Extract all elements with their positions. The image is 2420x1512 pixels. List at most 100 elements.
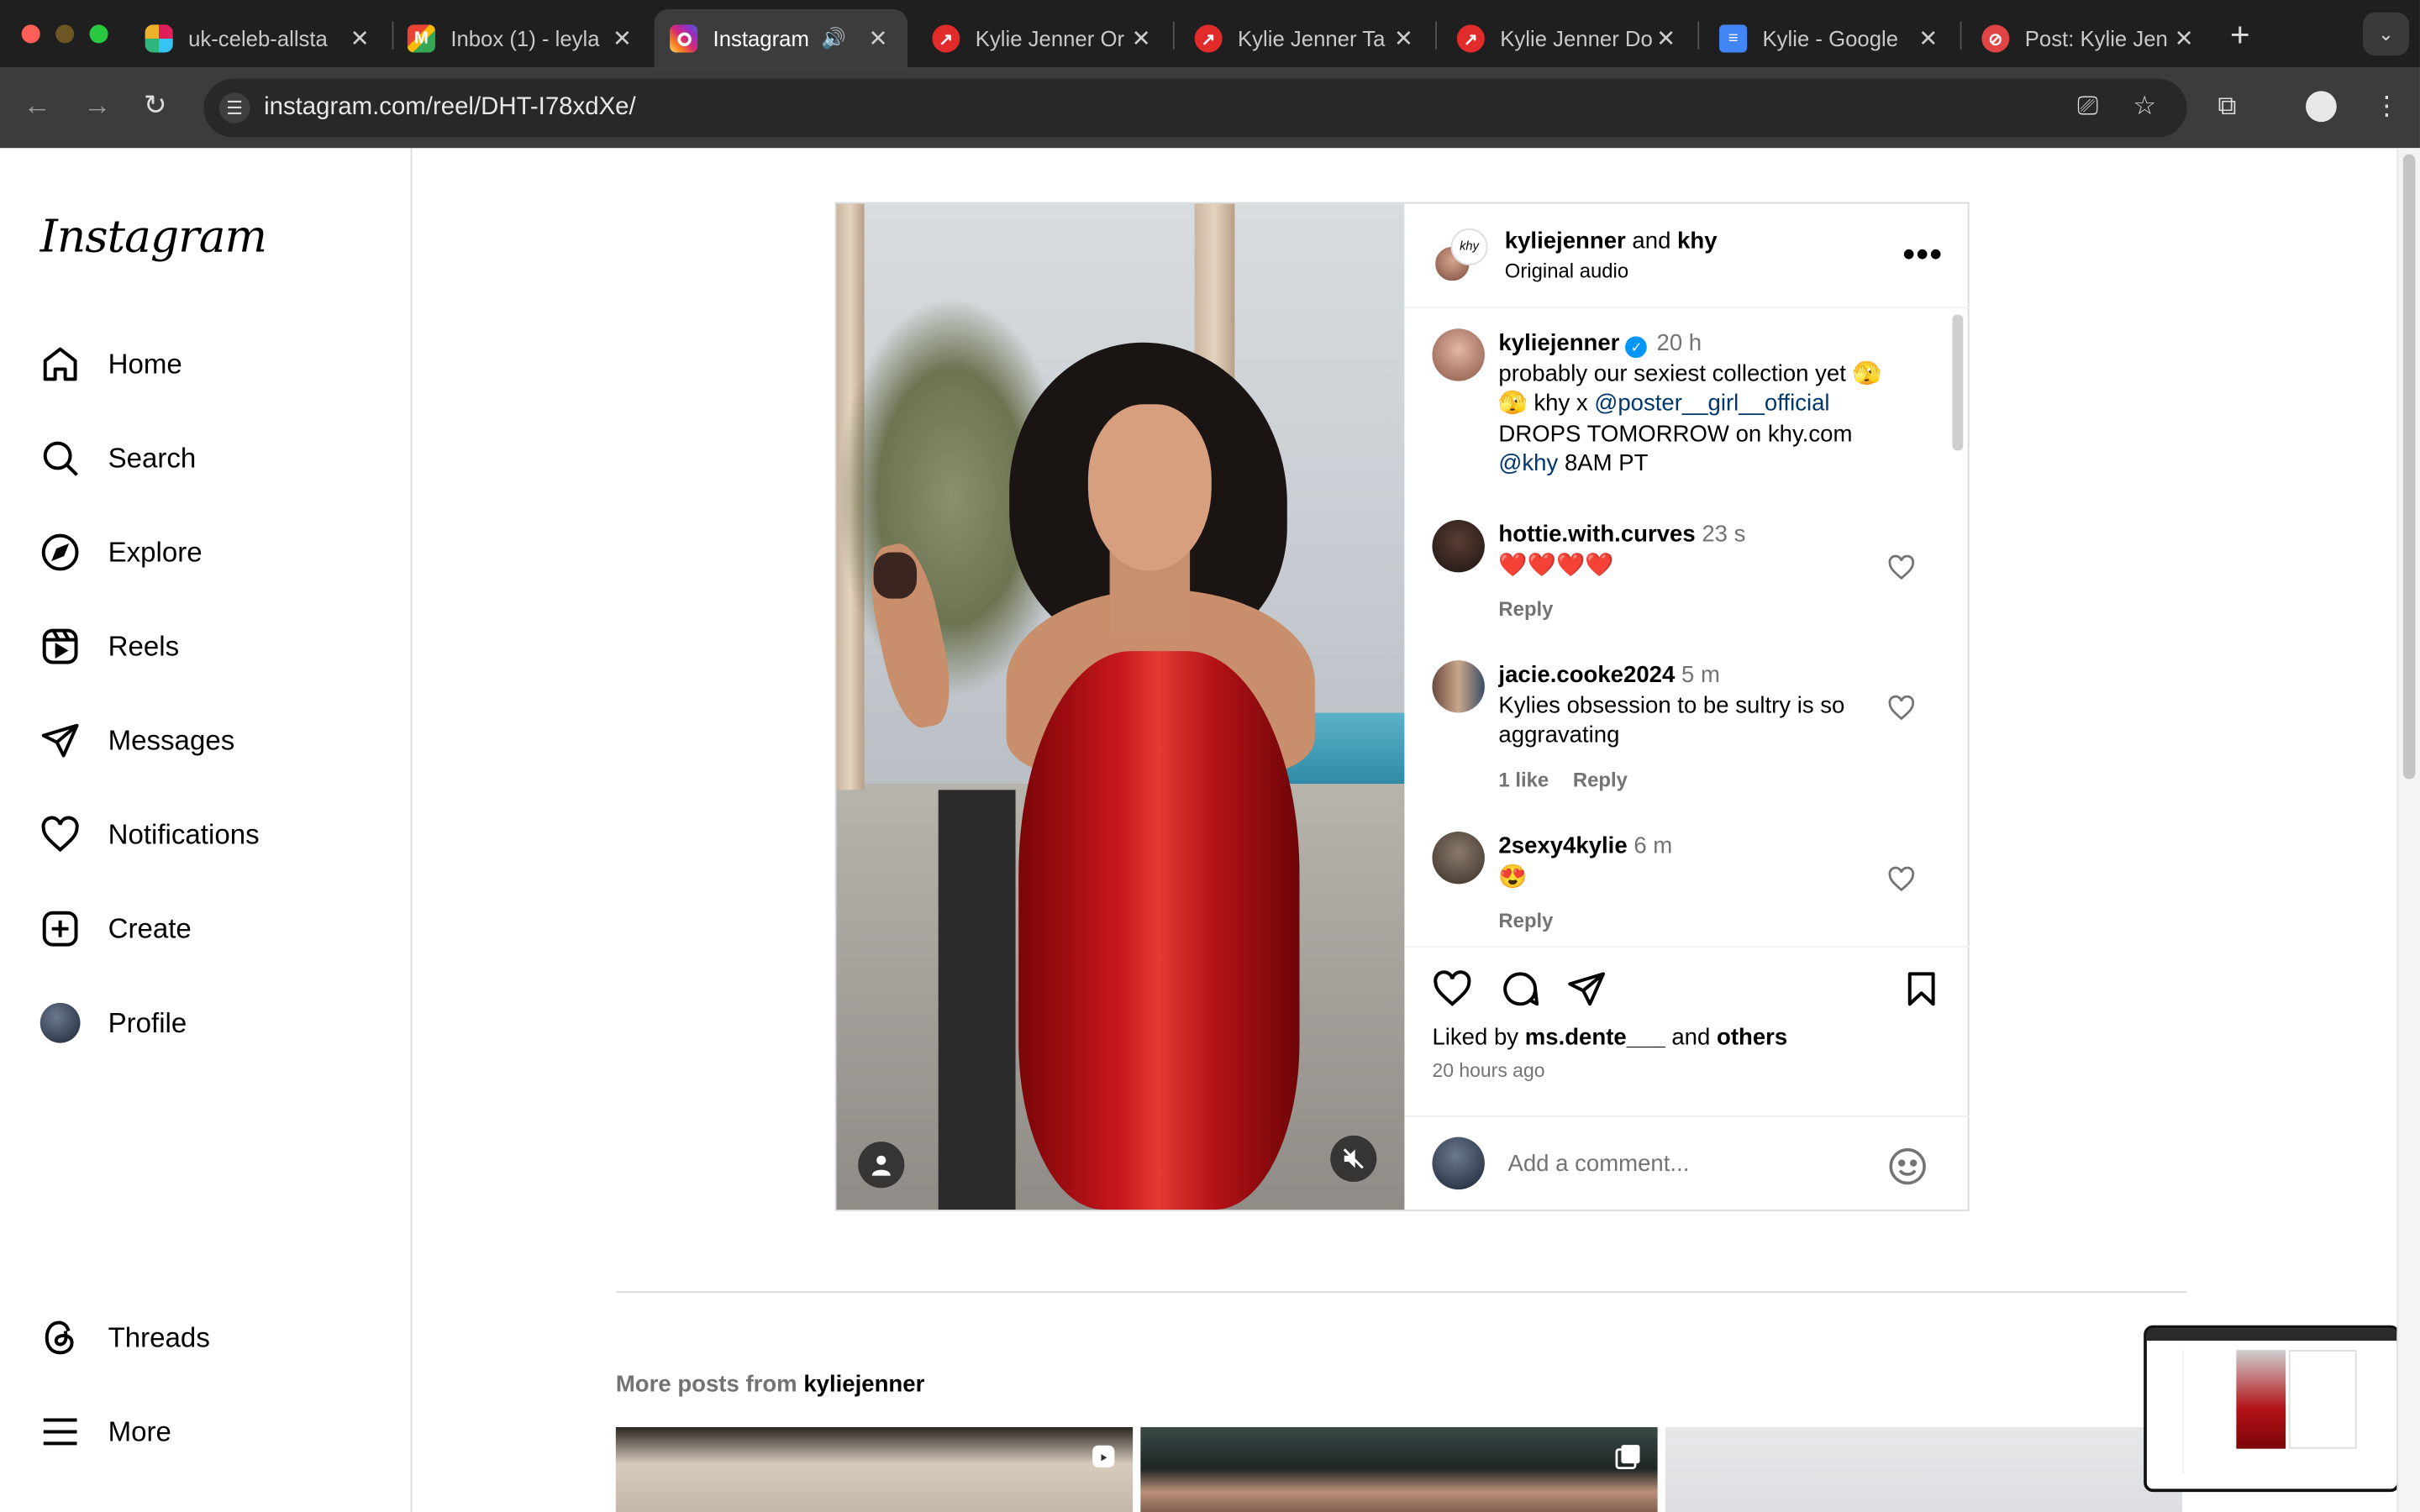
- close-tab-icon[interactable]: ✕: [1128, 24, 1154, 52]
- like-comment-icon[interactable]: [1887, 865, 1915, 893]
- extensions-icon[interactable]: ⧉: [2217, 91, 2236, 122]
- close-tab-icon[interactable]: ✕: [865, 24, 892, 52]
- page-scrollbar-thumb[interactable]: [2402, 154, 2416, 780]
- google-docs-icon: ≡: [1719, 24, 1748, 53]
- carousel-icon: [1615, 1445, 1640, 1469]
- reel-video[interactable]: [836, 203, 1405, 1210]
- reels-icon: [42, 628, 78, 664]
- sidebar-item-threads[interactable]: Threads: [40, 1315, 210, 1361]
- sidebar-item-more[interactable]: More: [40, 1409, 171, 1455]
- send-icon: [41, 723, 79, 758]
- like-comment-icon[interactable]: [1887, 695, 1915, 722]
- post-icon: ⊘: [1981, 24, 2010, 53]
- menu-icon: [43, 1418, 77, 1446]
- picture-in-picture-preview[interactable]: [2144, 1325, 2401, 1493]
- tab-post[interactable]: ⊘ Post: Kylie Jen ✕: [1966, 9, 2213, 68]
- comments-scrollbar[interactable]: [1952, 314, 1964, 451]
- sidebar-item-create[interactable]: Create: [40, 906, 192, 952]
- reply-link[interactable]: Reply: [1573, 769, 1628, 792]
- liked-by-others[interactable]: others: [1717, 1025, 1787, 1051]
- section-divider: [615, 1291, 2187, 1294]
- browser-menu-icon[interactable]: ⋮: [2374, 91, 2400, 122]
- post-thumbnail[interactable]: [1140, 1426, 1658, 1512]
- tab-kylie-jenner-3[interactable]: ↗ Kylie Jenner Do ✕: [1441, 9, 1694, 68]
- like-icon[interactable]: [1432, 969, 1472, 1009]
- caption-username[interactable]: kyliejenner: [1498, 330, 1619, 356]
- profile-avatar-icon[interactable]: [2306, 91, 2337, 123]
- tab-kylie-jenner-1[interactable]: ↗ Kylie Jenner Or ✕: [917, 9, 1170, 68]
- tab-slack[interactable]: uk-celeb-allsta ✕: [129, 9, 389, 68]
- reply-link[interactable]: Reply: [1498, 909, 1553, 932]
- audio-link[interactable]: Original audio: [1505, 260, 1628, 283]
- tab-instagram[interactable]: Instagram 🔊 ✕: [654, 9, 908, 68]
- avatar[interactable]: [1432, 831, 1485, 885]
- minimize-window-button[interactable]: [55, 24, 75, 44]
- speaker-icon[interactable]: 🔊: [821, 26, 846, 50]
- comment-input[interactable]: Add a comment...: [1507, 1151, 1689, 1177]
- author-username[interactable]: kyliejenner: [1505, 228, 1626, 255]
- avatar[interactable]: [1432, 519, 1485, 573]
- collab-avatar[interactable]: khy: [1450, 228, 1488, 265]
- close-tab-icon[interactable]: ✕: [1653, 24, 1679, 52]
- avatar: [39, 1002, 81, 1043]
- sidebar-item-reels[interactable]: Reels: [40, 623, 179, 669]
- close-tab-icon[interactable]: ✕: [2170, 24, 2197, 52]
- bookmark-star-icon[interactable]: ☆: [2133, 91, 2156, 122]
- instagram-logo[interactable]: Instagram: [40, 210, 267, 262]
- tab-kylie-jenner-2[interactable]: ↗ Kylie Jenner Ta ✕: [1179, 9, 1432, 68]
- back-icon[interactable]: ←: [24, 90, 51, 123]
- avatar[interactable]: [1432, 328, 1485, 381]
- post-timestamp[interactable]: 20 hours ago: [1432, 1060, 1544, 1082]
- mute-button[interactable]: [1330, 1135, 1377, 1182]
- sidebar-item-search[interactable]: Search: [40, 435, 197, 481]
- url-text[interactable]: instagram.com/reel/DHT-I78xdXe/: [264, 94, 636, 122]
- comment-icon[interactable]: [1500, 969, 1540, 1009]
- comment-username[interactable]: hottie.with.curves: [1498, 522, 1695, 548]
- close-tab-icon[interactable]: ✕: [1391, 24, 1417, 52]
- close-window-button[interactable]: [21, 24, 40, 44]
- close-tab-icon[interactable]: ✕: [608, 24, 636, 52]
- share-icon[interactable]: [1566, 969, 1607, 1009]
- new-tab-button[interactable]: +: [2230, 15, 2250, 55]
- collab-username[interactable]: khy: [1677, 228, 1717, 255]
- browser-toolbar: ← → ↻ ☰ instagram.com/reel/DHT-I78xdXe/ …: [0, 67, 2420, 149]
- install-app-icon[interactable]: ⎚: [2077, 91, 2098, 122]
- comment-username[interactable]: 2sexy4kylie: [1498, 833, 1627, 859]
- address-bar[interactable]: ☰ instagram.com/reel/DHT-I78xdXe/: [203, 78, 2187, 138]
- more-options-icon[interactable]: •••: [1903, 234, 1944, 275]
- post-thumbnail[interactable]: [1665, 1426, 2183, 1512]
- tab-gmail[interactable]: M Inbox (1) - leyla ✕: [392, 9, 652, 68]
- comment-likes[interactable]: 1 like: [1498, 769, 1549, 792]
- post-actions: Liked by ms.dente___ and others 20 hours…: [1404, 945, 1970, 1210]
- emoji-icon[interactable]: [1887, 1147, 1928, 1187]
- sidebar-item-explore[interactable]: Explore: [40, 529, 203, 575]
- sidebar-item-profile[interactable]: Profile: [39, 1000, 187, 1046]
- tagged-users-button[interactable]: [858, 1142, 905, 1189]
- close-tab-icon[interactable]: ✕: [346, 24, 374, 52]
- plus-square-icon: [42, 911, 78, 947]
- tab-google-docs[interactable]: ≡ Kylie - Google ✕: [1704, 9, 1957, 68]
- comment-username[interactable]: jacie.cooke2024: [1498, 662, 1675, 688]
- more-posts-username[interactable]: kyliejenner: [803, 1372, 924, 1398]
- tab-search-button[interactable]: ⌄: [2362, 12, 2410, 56]
- comments-panel[interactable]: kyliejenner ✓ 20 h probably our sexiest co…: [1404, 308, 1969, 946]
- maximize-window-button[interactable]: [89, 24, 108, 44]
- liked-by-username[interactable]: ms.dente___: [1525, 1025, 1665, 1051]
- sidebar-item-home[interactable]: Home: [40, 341, 182, 387]
- close-tab-icon[interactable]: ✕: [1915, 24, 1941, 52]
- post-thumbnail[interactable]: [615, 1426, 1134, 1512]
- like-comment-icon[interactable]: [1887, 554, 1915, 581]
- mention-link[interactable]: @khy: [1498, 451, 1558, 477]
- sidebar-item-messages[interactable]: Messages: [40, 717, 235, 764]
- reload-icon[interactable]: ↻: [144, 90, 167, 123]
- reply-link[interactable]: Reply: [1498, 597, 1553, 621]
- slack-icon: [145, 24, 173, 53]
- mention-link[interactable]: @poster__girl__official: [1594, 391, 1829, 417]
- save-icon[interactable]: [1902, 969, 1942, 1009]
- avatar[interactable]: [1432, 660, 1485, 713]
- sidebar-item-notifications[interactable]: Notifications: [40, 811, 260, 858]
- forward-icon[interactable]: →: [83, 90, 111, 123]
- site-info-icon[interactable]: ☰: [218, 92, 250, 123]
- comment-item: 2sexy4kylie 6 m 😍 Reply: [1432, 831, 1926, 940]
- page-scrollbar[interactable]: [2396, 148, 2420, 1512]
